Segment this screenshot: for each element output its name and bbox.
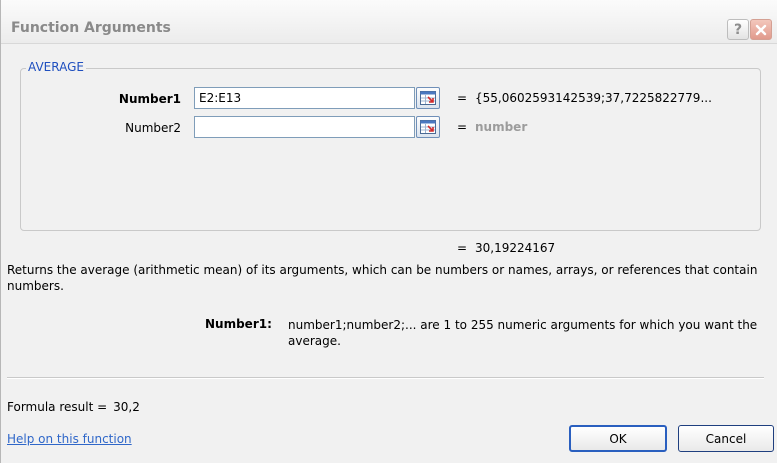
title-bar: Function Arguments ? <box>1 0 777 44</box>
function-name: AVERAGE <box>26 60 86 74</box>
number1-ref-button[interactable] <box>416 87 440 109</box>
number1-result: {55,0602593142539;37,7225822779... <box>475 91 712 105</box>
question-mark-icon: ? <box>733 21 743 38</box>
param-name: Number1: <box>205 317 272 331</box>
formula-result-label: Formula result = <box>7 400 108 414</box>
formula-result-value: 30,2 <box>113 400 140 414</box>
function-result-equals: = <box>457 241 468 255</box>
help-button[interactable]: ? <box>727 19 749 40</box>
number2-equals: = <box>457 120 468 134</box>
number2-ref-button[interactable] <box>416 116 440 138</box>
arg-label-number2: Number2 <box>125 121 181 135</box>
cancel-button[interactable]: Cancel <box>678 425 774 452</box>
close-button[interactable] <box>750 19 772 40</box>
function-arguments-dialog: Function Arguments ? AVERAGE Number1 = {… <box>0 0 777 463</box>
function-description: Returns the average (arithmetic mean) of… <box>7 263 758 293</box>
collapse-dialog-icon <box>420 120 436 134</box>
separator <box>7 377 764 379</box>
arg-label-number1: Number1 <box>118 92 181 106</box>
number1-input[interactable] <box>194 87 415 109</box>
function-result: 30,19224167 <box>475 241 556 255</box>
number1-equals: = <box>457 91 468 105</box>
collapse-dialog-icon <box>420 91 436 105</box>
close-icon <box>755 24 767 35</box>
number2-result: number <box>475 120 528 134</box>
ok-button[interactable]: OK <box>569 425 667 452</box>
number2-input[interactable] <box>194 116 415 138</box>
formula-result: Formula result = 30,2 <box>7 400 140 414</box>
dialog-title: Function Arguments <box>11 20 171 36</box>
param-description: number1;number2;... are 1 to 255 numeric… <box>288 318 758 348</box>
help-on-function-link[interactable]: Help on this function <box>7 432 132 446</box>
